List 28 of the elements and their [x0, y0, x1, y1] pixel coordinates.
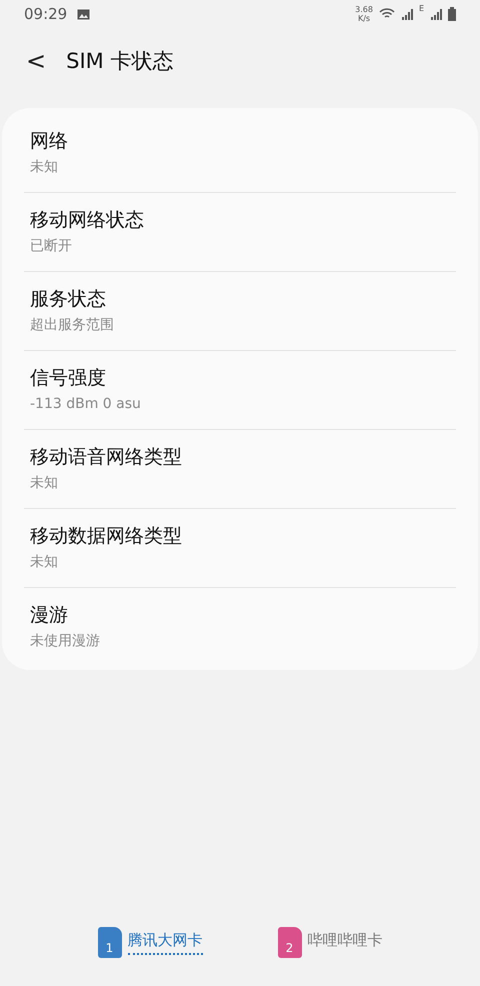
- battery-icon: [448, 7, 456, 21]
- sim-card-icon: 2: [278, 927, 302, 958]
- network-type: E: [418, 5, 424, 13]
- item-title: 移动数据网络类型: [30, 524, 183, 549]
- item-value: 未知: [30, 474, 59, 493]
- network-speed: 3.68 K/s: [355, 5, 373, 23]
- status-time: 09:29: [24, 5, 68, 23]
- item-value: 未使用漫游: [30, 632, 101, 651]
- sim-card-icon: 1: [98, 927, 122, 958]
- signal-icon: [430, 8, 442, 20]
- item-title: 移动语音网络类型: [30, 445, 183, 470]
- item-title: 移动网络状态: [30, 208, 145, 233]
- item-title: 信号强度: [30, 366, 107, 391]
- image-icon: [77, 8, 90, 20]
- item-value: 已断开: [30, 237, 73, 256]
- sim-tab[interactable]: 2 哔哩哔哩卡: [278, 927, 382, 958]
- wifi-icon: [378, 8, 395, 20]
- item-value: 未知: [30, 158, 59, 177]
- item-value: 超出服务范围: [30, 316, 115, 335]
- item-value: -113 dBm 0 asu: [30, 395, 142, 414]
- item-title: 服务状态: [30, 287, 107, 312]
- item-value: 未知: [30, 553, 59, 572]
- page-title: SIM 卡状态: [66, 48, 174, 75]
- sim-tab[interactable]: 1 腾讯大网卡: [98, 927, 202, 958]
- item-title: 网络: [30, 129, 69, 154]
- back-button[interactable]: <: [22, 47, 50, 75]
- signal-icon: [400, 8, 413, 20]
- item-title: 漫游: [30, 603, 69, 628]
